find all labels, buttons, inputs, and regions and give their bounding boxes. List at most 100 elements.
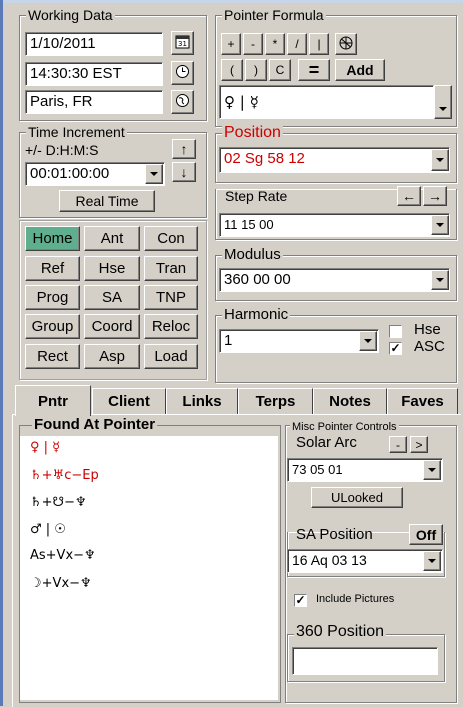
sa-position-dropdown[interactable] [423,551,441,571]
clock-icon [175,64,190,82]
operator-button[interactable]: - [243,33,263,55]
tab-faves[interactable]: Faves [387,388,458,414]
operator-button[interactable]: * [265,33,285,55]
pos360-field[interactable] [292,647,438,675]
nav-ant-button[interactable]: Ant [84,226,140,251]
step-rate-combo[interactable]: 11 15 00 [219,213,450,237]
solar-arc-combo[interactable]: 73 05 01 [287,458,443,482]
found-list-item[interactable]: ♄+☋−♆ [30,495,87,510]
found-list-item[interactable]: ♄+♅c−Ep [30,468,99,483]
tab-terps[interactable]: Terps [238,388,313,414]
harmonic-combo[interactable]: 1 [219,329,379,353]
chevron-down-icon [436,158,444,162]
chevron-down-icon [436,278,444,282]
solar-arc-plus-button[interactable]: > [410,436,428,453]
paren-button[interactable]: ) [245,59,267,81]
real-time-button[interactable]: Real Time [59,190,155,212]
formula-scroll[interactable] [434,85,452,119]
solar-arc-title: Solar Arc [296,434,357,451]
hse-checkbox[interactable] [389,325,402,338]
found-list-item[interactable]: ☽+Vx−♆ [30,576,92,591]
nav-asp-button[interactable]: Asp [84,344,140,369]
nav-rect-button[interactable]: Rect [25,344,80,369]
chevron-down-icon [428,559,436,563]
nav-load-button[interactable]: Load [144,344,198,369]
step-rate-title: Step Rate [225,188,288,204]
position-dropdown[interactable] [431,149,449,171]
modulus-combo[interactable]: 360 00 00 [219,268,450,292]
globe-icon [175,93,190,111]
arrow-up-icon: ↑ [180,141,188,157]
position-combo[interactable]: 02 Sg 58 12 [219,147,450,173]
calendar-button[interactable]: 31 [171,31,194,55]
clear-button[interactable]: C [269,59,291,81]
paren-button[interactable]: ( [221,59,243,81]
checkmark-icon: ✓ [295,593,306,607]
found-list-item[interactable]: ♂ | ☉ [30,522,66,537]
arrow-down-icon: ↓ [180,164,188,180]
operator-button[interactable]: / [287,33,307,55]
tab-links[interactable]: Links [166,388,238,414]
step-rate-dropdown[interactable] [431,215,449,235]
solar-arc-minus-button[interactable]: - [389,436,407,453]
tab-client[interactable]: Client [92,388,166,414]
nav-home-button[interactable]: Home [25,226,80,251]
harmonic-dropdown[interactable] [359,331,377,351]
nav-ref-button[interactable]: Ref [25,256,80,281]
time-increment-title: Time Increment [26,124,127,140]
found-list-item[interactable]: ♀ | ☿ [30,440,60,455]
unlooked-button[interactable]: ULooked [311,487,403,508]
found-list-item[interactable]: As+Vx−♆ [30,548,96,563]
nav-tnp-button[interactable]: TNP [144,285,198,310]
increment-format-label: +/- D:H:M:S [25,142,99,158]
add-button[interactable]: Add [335,59,385,81]
increment-combo[interactable]: 00:01:00:00 [25,162,165,186]
pos360-title: 360 Position [294,623,387,640]
chevron-down-icon [439,107,447,111]
pointer-formula-title: Pointer Formula [222,7,326,23]
nav-con-button[interactable]: Con [144,226,198,251]
solar-arc-dropdown[interactable] [423,460,441,480]
time-field[interactable]: 14:30:30 EST [25,62,163,86]
chevron-down-icon [150,172,158,176]
sa-position-combo[interactable]: 16 Aq 03 13 [287,549,443,573]
nav-group-button[interactable]: Group [25,314,80,339]
asc-label: ASC [414,338,445,355]
wheel-button[interactable] [335,33,357,55]
position-title: Position [222,124,283,141]
modulus-dropdown[interactable] [431,270,449,290]
asc-checkbox[interactable]: ✓ [389,342,402,355]
formula-field[interactable]: ♀ | ☿ [219,85,434,119]
window-left-edge [0,0,3,706]
operator-button[interactable]: + [221,33,241,55]
step-right-button[interactable]: → [423,186,447,206]
nav-sa-button[interactable]: SA [84,285,140,310]
increment-up-button[interactable]: ↑ [172,139,196,159]
step-left-button[interactable]: ← [397,186,421,206]
clock-button[interactable] [171,61,194,85]
harmonic-title: Harmonic [222,306,291,323]
working-data-title: Working Data [26,7,115,23]
checkmark-icon: ✓ [390,341,401,355]
chevron-down-icon [428,468,436,472]
equals-button[interactable]: = [298,59,330,81]
svg-text:31: 31 [178,40,187,48]
globe-button[interactable] [171,90,194,114]
operator-button[interactable]: | [309,33,329,55]
nav-reloc-button[interactable]: Reloc [144,314,198,339]
increment-combo-dropdown[interactable] [145,164,163,184]
tab-notes[interactable]: Notes [313,388,387,414]
sa-off-button[interactable]: Off [409,524,443,545]
nav-hse-button[interactable]: Hse [84,256,140,281]
calendar-icon: 31 [175,34,190,52]
tab-pntr[interactable]: Pntr [15,385,91,416]
chevron-down-icon [436,223,444,227]
nav-prog-button[interactable]: Prog [25,285,80,310]
place-field[interactable]: Paris, FR [25,90,163,114]
date-field[interactable]: 1/10/2011 [25,32,163,56]
increment-down-button[interactable]: ↓ [172,162,196,182]
nav-tran-button[interactable]: Tran [144,256,198,281]
chart-wheel-icon [339,36,353,53]
include-pictures-checkbox[interactable]: ✓ [294,594,307,607]
nav-coord-button[interactable]: Coord [84,314,140,339]
